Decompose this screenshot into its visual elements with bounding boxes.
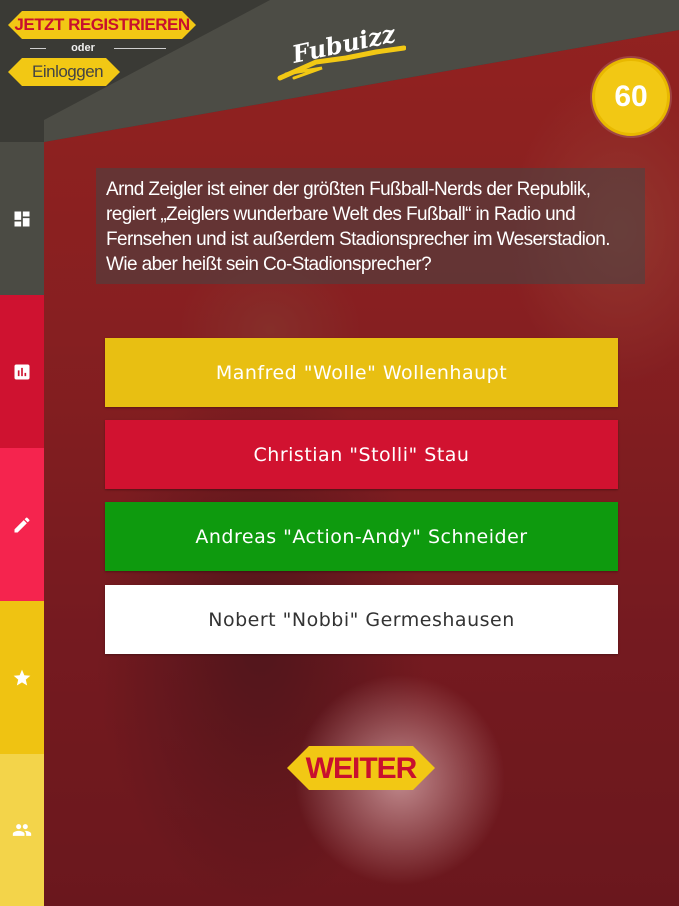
- sidebar-item-edit[interactable]: [0, 448, 44, 601]
- answer-button-3[interactable]: Andreas "Action-Andy" Schneider: [105, 502, 618, 571]
- fubuizz-logo[interactable]: Fubuizz: [276, 18, 406, 82]
- question-text: Arnd Zeigler ist einer der größten Fußba…: [96, 168, 645, 284]
- answer-button-4[interactable]: Nobert "Nobbi" Germeshausen: [105, 585, 618, 654]
- people-icon: [12, 824, 32, 836]
- logo-text: Fubuizz: [288, 18, 399, 69]
- pencil-icon: [14, 516, 30, 532]
- countdown-timer: 60: [592, 58, 670, 136]
- sidebar-item-dashboard[interactable]: [0, 142, 44, 295]
- answer-button-2[interactable]: Christian "Stolli" Stau: [105, 420, 618, 489]
- or-separator: oder: [30, 40, 166, 56]
- sidebar-item-stats[interactable]: [0, 295, 44, 448]
- star-icon: [13, 669, 31, 685]
- sidebar-item-favorites[interactable]: [0, 601, 44, 754]
- dashboard-icon: [14, 211, 30, 226]
- sidebar: [0, 142, 44, 906]
- sidebar-item-community[interactable]: [0, 754, 44, 906]
- bar-chart-icon: [14, 364, 30, 379]
- answer-button-1[interactable]: Manfred "Wolle" Wollenhaupt: [105, 338, 618, 407]
- login-button[interactable]: Einloggen: [8, 58, 120, 86]
- next-button[interactable]: WEITER: [287, 746, 435, 790]
- register-button[interactable]: JETZT REGISTRIEREN: [8, 11, 196, 39]
